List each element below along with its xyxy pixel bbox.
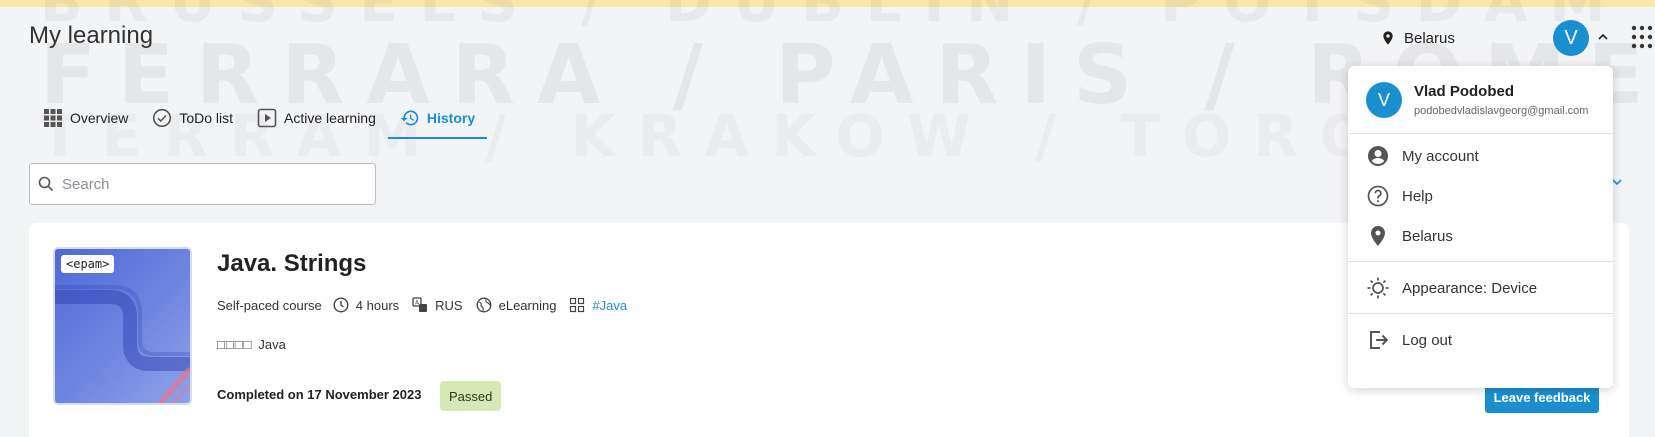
country-label: Belarus: [1404, 29, 1455, 47]
menu-user-info: V Vlad Podobed podobedvladislavgeorg@gma…: [1366, 82, 1588, 118]
menu-divider: [1348, 133, 1613, 134]
brightness-icon: [1367, 277, 1389, 299]
play-square-icon: [257, 108, 277, 128]
skill-label: Java: [258, 337, 286, 352]
tab-history[interactable]: History: [387, 98, 488, 139]
page-title: My learning: [29, 22, 154, 49]
menu-item-appearance[interactable]: Appearance: Device: [1366, 273, 1537, 303]
epam-logo: <epam>: [61, 255, 115, 273]
menu-item-my-account[interactable]: My account: [1366, 141, 1479, 171]
tab-label: History: [426, 110, 476, 126]
user-name: Vlad Podobed: [1414, 83, 1515, 100]
tab-overview[interactable]: Overview: [29, 98, 140, 138]
skill-placeholder-glyphs: □□□□: [217, 337, 253, 352]
menu-item-log-out[interactable]: Log out: [1366, 325, 1452, 355]
menu-item-label: My account: [1402, 147, 1479, 165]
user-menu-dropdown: V Vlad Podobed podobedvladislavgeorg@gma…: [1348, 66, 1613, 388]
language-label: RUS: [435, 297, 463, 313]
course-type: Self-paced course: [217, 298, 322, 313]
help-circle-icon: [1367, 185, 1389, 207]
menu-item-label: Belarus: [1402, 227, 1453, 245]
chevron-up-icon[interactable]: [1597, 31, 1609, 43]
menu-item-help[interactable]: Help: [1366, 181, 1433, 211]
course-thumbnail[interactable]: <epam>: [53, 247, 192, 405]
menu-item-label: Log out: [1402, 331, 1453, 349]
learning-tabs: Overview ToDo list Active learning Histo…: [29, 98, 488, 139]
course-skill: □□□□ Java: [217, 337, 286, 352]
format-label: eLearning: [498, 297, 557, 313]
course-type-label: Self-paced course: [217, 297, 322, 313]
course-meta: Self-paced course 4 hours A RUS eLearnin…: [217, 297, 640, 313]
tab-label: Overview: [70, 110, 129, 126]
logout-icon: [1370, 331, 1389, 349]
check-circle-icon: [153, 108, 172, 128]
status-badge: Passed: [440, 381, 502, 411]
tag-link[interactable]: #Java: [592, 298, 627, 313]
menu-item-country[interactable]: Belarus: [1366, 221, 1453, 251]
translate-icon: A: [412, 297, 428, 312]
search-box: [29, 163, 376, 205]
history-icon: [400, 110, 419, 126]
course-format: eLearning: [476, 297, 557, 313]
course-tag: #Java: [569, 297, 627, 313]
search-input[interactable]: [62, 175, 352, 193]
completion-date: Completed on 17 November 2023: [217, 387, 422, 402]
top-banner-stripe: [0, 0, 1655, 7]
avatar: V: [1366, 82, 1402, 118]
course-language: A RUS: [412, 297, 463, 313]
menu-item-label: Appearance: Device: [1402, 279, 1538, 297]
duration-label: 4 hours: [355, 297, 400, 313]
user-email: podobedvladislavgeorg@gmail.com: [1414, 105, 1589, 117]
globe-icon: [476, 297, 492, 313]
tab-label: Active learning: [284, 110, 376, 126]
grid-icon: [44, 109, 62, 127]
menu-divider: [1348, 261, 1613, 262]
course-title[interactable]: Java. Strings: [217, 250, 366, 278]
location-pin-icon: [1371, 226, 1385, 246]
tab-todo-list[interactable]: ToDo list: [140, 98, 245, 138]
location-pin-icon: [1383, 31, 1393, 45]
account-circle-icon: [1368, 146, 1388, 166]
course-duration: 4 hours: [333, 297, 399, 313]
menu-divider: [1348, 313, 1613, 314]
search-icon: [38, 176, 54, 192]
tab-active-learning[interactable]: Active learning: [245, 98, 388, 138]
country-selector[interactable]: Belarus: [1380, 20, 1455, 56]
clock-icon: [333, 297, 349, 313]
user-avatar-button[interactable]: V: [1553, 20, 1589, 56]
category-grid-icon: [570, 297, 585, 313]
apps-grid-icon[interactable]: [1631, 22, 1655, 52]
tab-label: ToDo list: [179, 110, 234, 126]
menu-item-label: Help: [1402, 187, 1433, 205]
